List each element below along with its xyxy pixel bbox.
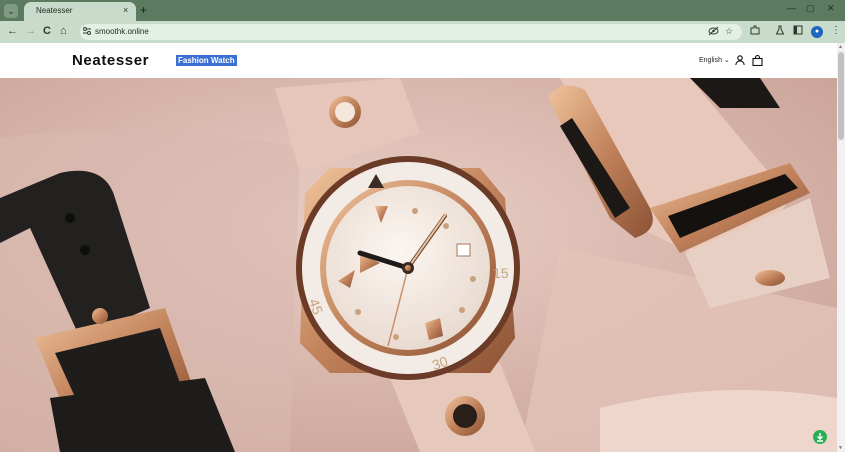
eye-off-icon[interactable] (708, 26, 719, 38)
profile-avatar[interactable]: ● (811, 26, 823, 38)
scroll-down-icon[interactable]: ▼ (838, 445, 843, 451)
web-page: Neatesser Fashion Watch English ⌄ 15 30 … (0, 43, 837, 452)
extensions-icon[interactable] (750, 25, 760, 38)
account-icon[interactable] (735, 55, 745, 65)
url-text: smoothk.online (95, 27, 149, 36)
tab-close-icon[interactable]: × (123, 5, 128, 15)
scroll-thumb[interactable] (838, 52, 844, 140)
browser-tab-strip: ⌄ Neatesser × + — ▢ ✕ (0, 0, 845, 21)
bezel-15-label: 15 (493, 265, 509, 281)
tab-title: Neatesser (36, 6, 73, 15)
download-icon[interactable] (813, 430, 827, 444)
close-window-button[interactable]: ✕ (827, 3, 835, 14)
forward-icon[interactable]: → (25, 25, 36, 37)
language-selector[interactable]: English ⌄ (699, 56, 730, 64)
browser-tab[interactable]: Neatesser × (24, 2, 136, 21)
bookmark-star-icon[interactable]: ☆ (725, 26, 733, 37)
site-info-icon[interactable] (82, 26, 92, 38)
scroll-up-icon[interactable]: ▲ (838, 44, 843, 50)
labs-flask-icon[interactable] (775, 25, 785, 38)
minimize-button[interactable]: — (787, 3, 796, 13)
page-scrollbar[interactable]: ▲ ▼ (837, 43, 845, 452)
home-icon[interactable]: ⌂ (60, 25, 67, 37)
more-menu-icon[interactable]: ⋮ (831, 25, 841, 36)
tagline-selected-text: Fashion Watch (176, 55, 237, 66)
new-tab-button[interactable]: + (140, 3, 147, 17)
site-header: Neatesser Fashion Watch English ⌄ (0, 43, 837, 78)
site-logo[interactable]: Neatesser (72, 52, 149, 69)
address-bar[interactable]: smoothk.online ☆ (80, 24, 742, 40)
hero-watch-image: 15 30 45 (0, 78, 837, 452)
browser-toolbar: ← → C ⌂ smoothk.online ☆ ● ⋮ (0, 21, 845, 43)
maximize-button[interactable]: ▢ (806, 3, 815, 14)
cart-bag-icon[interactable] (752, 55, 763, 66)
rose-gold-watch: 15 30 45 (296, 156, 520, 380)
reload-icon[interactable]: C (43, 25, 51, 37)
back-icon[interactable]: ← (7, 25, 18, 37)
tab-search-button[interactable]: ⌄ (4, 4, 18, 18)
side-panel-icon[interactable] (793, 25, 803, 38)
